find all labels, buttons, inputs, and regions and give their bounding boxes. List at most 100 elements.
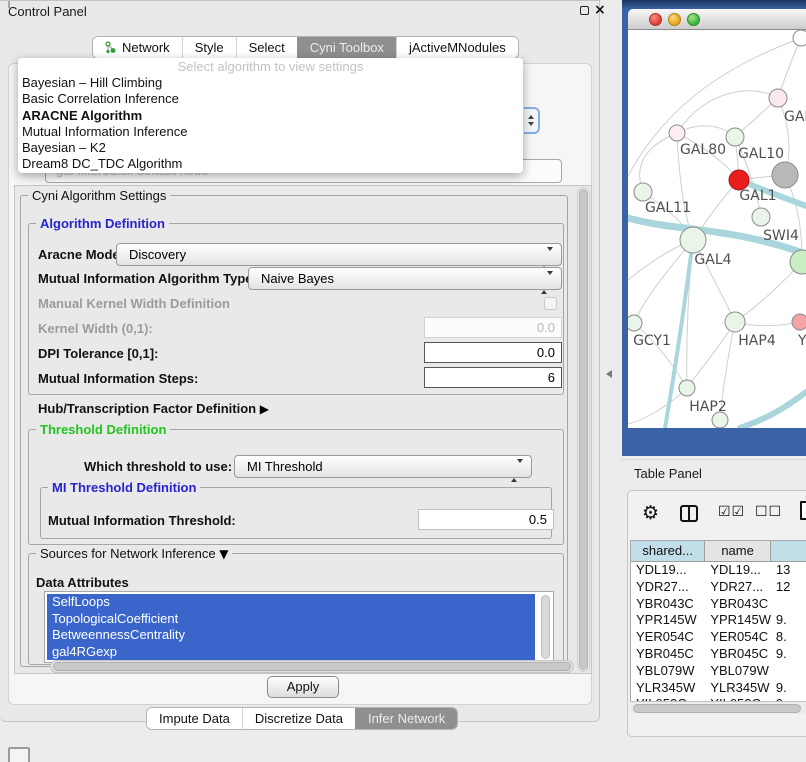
table-horizontal-scrollbar[interactable] bbox=[630, 701, 806, 714]
node-label: GAL80 bbox=[680, 142, 726, 158]
network-node[interactable] bbox=[772, 162, 798, 188]
network-node[interactable] bbox=[793, 30, 806, 46]
tab-label: jActiveMNodules bbox=[409, 40, 506, 55]
gear-icon[interactable]: ⚙ bbox=[642, 500, 659, 526]
network-edge[interactable] bbox=[735, 262, 802, 322]
control-panel-window: Control Panel × Network Style Select bbox=[0, 0, 600, 722]
table-row[interactable]: YBL079WYBL079W bbox=[631, 663, 806, 680]
tab-infer-network[interactable]: Infer Network bbox=[355, 708, 457, 729]
algorithm-option[interactable]: Basic Correlation Inference bbox=[18, 91, 523, 107]
manual-kernel-checkbox[interactable] bbox=[544, 297, 557, 310]
column-header[interactable]: name bbox=[705, 541, 771, 562]
network-node-gal4[interactable] bbox=[680, 227, 706, 253]
tab-select[interactable]: Select bbox=[236, 37, 297, 58]
network-node-gal[interactable] bbox=[769, 89, 787, 107]
tab-discretize-data[interactable]: Discretize Data bbox=[242, 708, 355, 729]
kernel-width-label: Kernel Width (0,1): bbox=[38, 321, 153, 336]
network-edge[interactable] bbox=[687, 322, 735, 388]
tab-jactivemnodules[interactable]: jActiveMNodules bbox=[396, 37, 518, 58]
algorithm-option[interactable]: Bayesian – K2 bbox=[18, 140, 523, 156]
which-threshold-combo[interactable]: MI Threshold bbox=[234, 455, 532, 478]
settings-vertical-scrollbar[interactable] bbox=[577, 187, 590, 672]
network-node-swi4[interactable] bbox=[752, 208, 770, 226]
group-title: MI Threshold Definition bbox=[48, 480, 200, 495]
attributes-listbox[interactable]: SelfLoopsTopologicalCoefficientBetweenne… bbox=[44, 591, 554, 663]
close-traffic-light[interactable] bbox=[649, 13, 662, 26]
table-row[interactable]: YDR27...YDR27...12 bbox=[631, 579, 806, 596]
algorithm-option[interactable]: ARACNE Algorithm bbox=[18, 108, 523, 124]
table-header-row: shared...name bbox=[631, 541, 806, 562]
algorithm-options: Bayesian – Hill ClimbingBasic Correlatio… bbox=[18, 75, 523, 173]
network-node[interactable] bbox=[790, 250, 806, 274]
mi-threshold-field[interactable]: 0.5 bbox=[418, 509, 554, 530]
attribute-item-selected[interactable]: BetweennessCentrality bbox=[47, 627, 535, 644]
aracne-mode-combo[interactable]: Discovery bbox=[116, 243, 562, 266]
inference-combo-stepper[interactable] bbox=[524, 107, 540, 134]
table-row[interactable]: YPR145WYPR145W9. bbox=[631, 612, 806, 629]
network-titlebar[interactable] bbox=[628, 9, 806, 30]
table-row[interactable]: YBR045CYBR045C9. bbox=[631, 646, 806, 663]
network-canvas[interactable]: GALGAL80GAL10GAL1GAL11SWI4GAL4GCY1HAP4YH… bbox=[628, 30, 806, 428]
minimize-traffic-light[interactable] bbox=[668, 13, 681, 26]
kernel-width-field[interactable]: 0.0 bbox=[424, 317, 562, 338]
combo-value: Naive Bayes bbox=[261, 271, 334, 286]
minimized-panel-grip[interactable] bbox=[8, 747, 30, 762]
hub-definition-expander[interactable]: Hub/Transcription Factor Definition ▶ bbox=[38, 401, 269, 416]
tab-cyni-toolbox[interactable]: Cyni Toolbox bbox=[297, 37, 396, 58]
table-row[interactable]: YER054CYER054C8. bbox=[631, 629, 806, 646]
attributes-items: SelfLoopsTopologicalCoefficientBetweenne… bbox=[45, 594, 553, 660]
deselect-all-checks-icon[interactable]: ☐☐ bbox=[755, 504, 782, 520]
table-row[interactable]: YLR345WYLR345W9. bbox=[631, 680, 806, 697]
network-icon bbox=[105, 41, 117, 54]
tab-impute-data[interactable]: Impute Data bbox=[147, 708, 242, 729]
network-node-gal11[interactable] bbox=[634, 183, 652, 201]
table-row[interactable]: YDL19...YDL19...13 bbox=[631, 562, 806, 579]
network-node-gal80[interactable] bbox=[669, 125, 685, 141]
network-node-gcy1[interactable] bbox=[628, 315, 642, 331]
attribute-item-selected[interactable]: gal4RGexp bbox=[47, 644, 535, 661]
network-node-gal1[interactable] bbox=[729, 170, 749, 190]
column-header[interactable] bbox=[771, 541, 806, 562]
network-node-y[interactable] bbox=[792, 314, 806, 330]
network-edge[interactable] bbox=[628, 388, 687, 424]
control-panel-titlebar[interactable]: Control Panel × bbox=[0, 1, 599, 21]
algorithm-option[interactable]: Bayesian – Hill Climbing bbox=[18, 75, 523, 91]
table-cell: YDR27... bbox=[705, 579, 771, 596]
close-icon[interactable]: × bbox=[594, 2, 606, 18]
float-window-icon[interactable] bbox=[580, 6, 589, 15]
network-node-gal10[interactable] bbox=[726, 128, 744, 146]
export-table-icon[interactable] bbox=[800, 501, 806, 520]
table-cell: YBL079W bbox=[705, 663, 771, 680]
tab-network[interactable]: Network bbox=[93, 37, 182, 58]
apply-button[interactable]: Apply bbox=[267, 676, 339, 698]
column-header[interactable]: shared... bbox=[631, 541, 705, 562]
attribute-item-selected[interactable]: SelfLoops bbox=[47, 594, 535, 611]
mi-algorithm-type-combo[interactable]: Naive Bayes bbox=[248, 267, 562, 290]
list-scrollbar[interactable] bbox=[541, 595, 550, 659]
sources-header[interactable]: Sources for Network Inference ▼ bbox=[36, 546, 232, 561]
stepper-icon bbox=[541, 248, 553, 269]
scrollbar-thumb[interactable] bbox=[53, 662, 571, 671]
network-edge[interactable] bbox=[778, 38, 801, 98]
tab-label: Impute Data bbox=[159, 711, 230, 726]
scrollbar-thumb[interactable] bbox=[579, 189, 588, 670]
node-label: GCY1 bbox=[633, 333, 671, 349]
mi-steps-field[interactable]: 6 bbox=[424, 367, 562, 388]
splitter-handle[interactable] bbox=[606, 370, 612, 378]
columns-icon[interactable] bbox=[680, 505, 698, 522]
network-node-hap4[interactable] bbox=[725, 312, 745, 332]
algorithm-option[interactable]: Mutual Information Inference bbox=[18, 124, 523, 140]
zoom-traffic-light[interactable] bbox=[687, 13, 700, 26]
table-row[interactable]: YBR043CYBR043C bbox=[631, 596, 806, 613]
network-edge-thick[interactable] bbox=[740, 392, 806, 428]
settings-horizontal-scrollbar[interactable] bbox=[50, 660, 574, 673]
tab-style[interactable]: Style bbox=[182, 37, 236, 58]
select-all-checks-icon[interactable]: ☑☑ bbox=[718, 504, 745, 520]
network-node-hap2[interactable] bbox=[679, 380, 695, 396]
stepper-down-icon bbox=[528, 122, 534, 126]
attribute-item-selected[interactable]: TopologicalCoefficient bbox=[47, 611, 535, 628]
algorithm-option[interactable]: Dream8 DC_TDC Algorithm bbox=[18, 156, 523, 172]
dpi-tolerance-field[interactable]: 0.0 bbox=[424, 342, 562, 363]
scrollbar-thumb[interactable] bbox=[633, 704, 801, 713]
table-cell: 9. bbox=[771, 646, 806, 663]
